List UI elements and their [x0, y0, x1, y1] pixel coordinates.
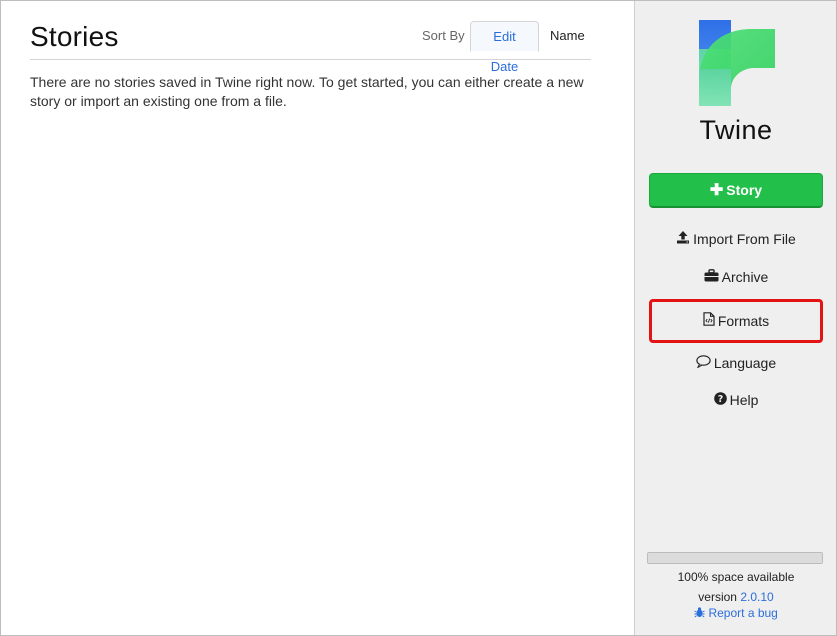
version-info: version 2.0.10: [635, 590, 837, 604]
app-window: Stories Sort By Edit Date Name There are…: [0, 0, 837, 636]
language-label: Language: [713, 355, 777, 371]
storage-meter-fill: [648, 553, 822, 563]
help-button[interactable]: ? Help: [649, 381, 823, 419]
sort-edit-date-tab[interactable]: Edit Date: [470, 21, 539, 74]
plus-icon: ✚: [709, 182, 724, 199]
version-prefix: version: [698, 590, 737, 604]
import-from-file-button[interactable]: Import From File: [649, 220, 823, 258]
create-story-button[interactable]: ✚ Story: [649, 173, 823, 208]
storage-status: 100% space available: [677, 570, 795, 584]
create-story-label: Story: [726, 182, 763, 198]
bug-icon: [694, 606, 708, 620]
import-from-file-label: Import From File: [693, 231, 796, 247]
story-library: Stories Sort By Edit Date Name There are…: [1, 1, 634, 635]
code-file-icon: [703, 302, 715, 340]
sidebar: Twine ✚ Story Import From File Archive Fo…: [634, 1, 836, 635]
formats-label: Formats: [717, 313, 770, 329]
briefcase-icon: [704, 258, 719, 296]
twine-logo: [699, 20, 775, 106]
library-header: Stories Sort By Edit Date Name: [30, 19, 591, 74]
report-bug-link[interactable]: Report a bug: [635, 606, 837, 620]
version-number-link[interactable]: 2.0.10: [740, 590, 773, 604]
help-label: Help: [729, 392, 759, 408]
storage-meter: [647, 552, 823, 564]
page-title: Stories: [30, 21, 119, 52]
speech-bubble-icon: [696, 344, 711, 382]
svg-text:?: ?: [717, 394, 723, 405]
upload-icon: [676, 220, 690, 258]
archive-button[interactable]: Archive: [649, 258, 823, 296]
archive-label: Archive: [721, 269, 769, 285]
question-circle-icon: ?: [713, 381, 727, 419]
report-bug-label: Report a bug: [708, 606, 778, 620]
sort-by-label: Sort By: [422, 28, 465, 43]
language-button[interactable]: Language: [649, 344, 823, 382]
empty-library-message: There are no stories saved in Twine righ…: [30, 74, 584, 109]
sort-name-tab[interactable]: Name: [541, 21, 591, 51]
formats-button[interactable]: Formats: [649, 299, 823, 343]
app-brand-name: Twine: [699, 115, 773, 145]
